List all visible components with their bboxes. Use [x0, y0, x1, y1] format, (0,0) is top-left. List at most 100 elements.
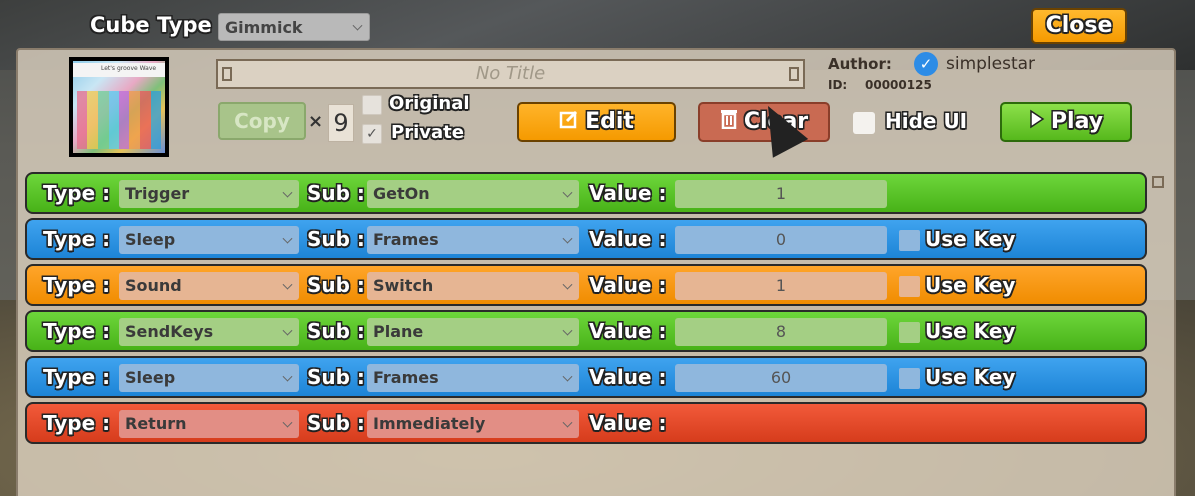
times-sign: ×: [308, 111, 324, 132]
chevron-down-icon: [282, 233, 293, 244]
sub-select[interactable]: Immediately: [367, 410, 579, 438]
sub-label: Sub :: [307, 365, 365, 389]
hide-ui-label: Hide UI: [885, 109, 968, 133]
sub-select[interactable]: Frames: [367, 364, 579, 392]
trash-icon: [720, 105, 738, 140]
sub-select[interactable]: Frames: [367, 226, 579, 254]
type-select[interactable]: Sound: [119, 272, 299, 300]
chevron-down-icon: [282, 417, 293, 428]
event-row: Type : SendKeys Sub : Plane Value : 8 Use Key: [25, 310, 1147, 352]
value-input[interactable]: 60: [675, 364, 887, 392]
copy-button[interactable]: Copy: [218, 102, 306, 140]
type-label: Type :: [43, 411, 111, 435]
sub-value: Switch: [373, 276, 434, 295]
copy-count: 9: [328, 104, 354, 142]
chevron-down-icon: [562, 187, 573, 198]
hide-ui-checkbox[interactable]: [853, 112, 875, 134]
edit-button[interactable]: Edit: [517, 102, 676, 142]
sub-select[interactable]: Plane: [367, 318, 579, 346]
type-value: SendKeys: [125, 322, 214, 341]
value-input[interactable]: 8: [675, 318, 887, 346]
type-label: Type :: [43, 181, 111, 205]
type-label: Type :: [43, 227, 111, 251]
title-field[interactable]: No Title: [216, 59, 805, 89]
event-row: Type : Sound Sub : Switch Value : 1 Use Key: [25, 264, 1147, 306]
value-input[interactable]: 0: [675, 226, 887, 254]
sub-select[interactable]: Switch: [367, 272, 579, 300]
sub-label: Sub :: [307, 411, 365, 435]
type-value: Sleep: [125, 230, 176, 249]
chevron-down-icon: [352, 20, 363, 31]
value-label: Value :: [589, 273, 667, 297]
value-label: Value :: [589, 411, 667, 435]
original-label: Original: [389, 93, 470, 114]
sub-value: GetOn: [373, 184, 430, 203]
play-button[interactable]: Play: [1000, 102, 1132, 142]
event-row: Type : Sleep Sub : Frames Value : 0 Use Key: [25, 218, 1147, 260]
private-label: Private: [391, 122, 464, 143]
sub-value: Immediately: [373, 414, 486, 433]
original-checkbox[interactable]: [362, 95, 382, 115]
type-select[interactable]: Sleep: [119, 364, 299, 392]
title-right-cap: [789, 67, 799, 81]
type-value: Trigger: [125, 184, 190, 203]
use-key-label: Use Key: [925, 273, 1016, 297]
type-select[interactable]: Sleep: [119, 226, 299, 254]
type-label: Type :: [43, 319, 111, 343]
chevron-down-icon: [562, 233, 573, 244]
type-value: Sound: [125, 276, 182, 295]
sub-label: Sub :: [307, 273, 365, 297]
use-key-label: Use Key: [925, 365, 1016, 389]
value-label: Value :: [589, 365, 667, 389]
sub-label: Sub :: [307, 227, 365, 251]
type-label: Type :: [43, 365, 111, 389]
value-input[interactable]: 1: [675, 272, 887, 300]
chevron-down-icon: [562, 417, 573, 428]
private-checkbox[interactable]: ✓: [362, 124, 382, 144]
chevron-down-icon: [282, 187, 293, 198]
use-key-label: Use Key: [925, 319, 1016, 343]
cube-type-select[interactable]: Gimmick: [218, 13, 370, 41]
sub-value: Frames: [373, 368, 439, 387]
title-placeholder: No Title: [475, 63, 546, 84]
author-name: simplestar: [946, 54, 1036, 74]
edit-icon: [559, 105, 579, 140]
use-key-checkbox[interactable]: [899, 276, 920, 297]
sub-select[interactable]: GetOn: [367, 180, 579, 208]
type-select[interactable]: Return: [119, 410, 299, 438]
title-left-cap: [222, 67, 232, 81]
event-row: Type : Return Sub : Immediately Value :: [25, 402, 1147, 444]
value-label: Value :: [589, 319, 667, 343]
use-key-checkbox[interactable]: [899, 368, 920, 389]
type-select[interactable]: SendKeys: [119, 318, 299, 346]
sub-label: Sub :: [307, 319, 365, 343]
play-label: Play: [1050, 109, 1104, 134]
type-label: Type :: [43, 273, 111, 297]
use-key-checkbox[interactable]: [899, 322, 920, 343]
sub-label: Sub :: [307, 181, 365, 205]
value-label: Value :: [589, 181, 667, 205]
play-icon: [1029, 105, 1045, 140]
value-label: Value :: [589, 227, 667, 251]
cube-type-value: Gimmick: [225, 18, 303, 37]
id-label: ID:: [828, 78, 848, 92]
chevron-down-icon: [562, 371, 573, 382]
event-row: Type : Sleep Sub : Frames Value : 60 Use Key: [25, 356, 1147, 398]
sub-value: Frames: [373, 230, 439, 249]
cube-type-label: Cube Type: [90, 13, 212, 37]
thumbnail-caption: Let's groove Wave: [101, 65, 157, 72]
value-input[interactable]: 1: [675, 180, 887, 208]
chevron-down-icon: [562, 279, 573, 290]
edit-label: Edit: [585, 109, 634, 134]
event-row: Type : Trigger Sub : GetOn Value : 1: [25, 172, 1147, 214]
close-button[interactable]: Close: [1031, 8, 1127, 44]
type-select[interactable]: Trigger: [119, 180, 299, 208]
list-corner-cap: [1152, 176, 1164, 188]
use-key-label: Use Key: [925, 227, 1016, 251]
use-key-checkbox[interactable]: [899, 230, 920, 251]
chevron-down-icon: [562, 325, 573, 336]
type-value: Sleep: [125, 368, 176, 387]
chevron-down-icon: [282, 371, 293, 382]
check-circle-icon: ✓: [914, 52, 938, 76]
chevron-down-icon: [282, 325, 293, 336]
